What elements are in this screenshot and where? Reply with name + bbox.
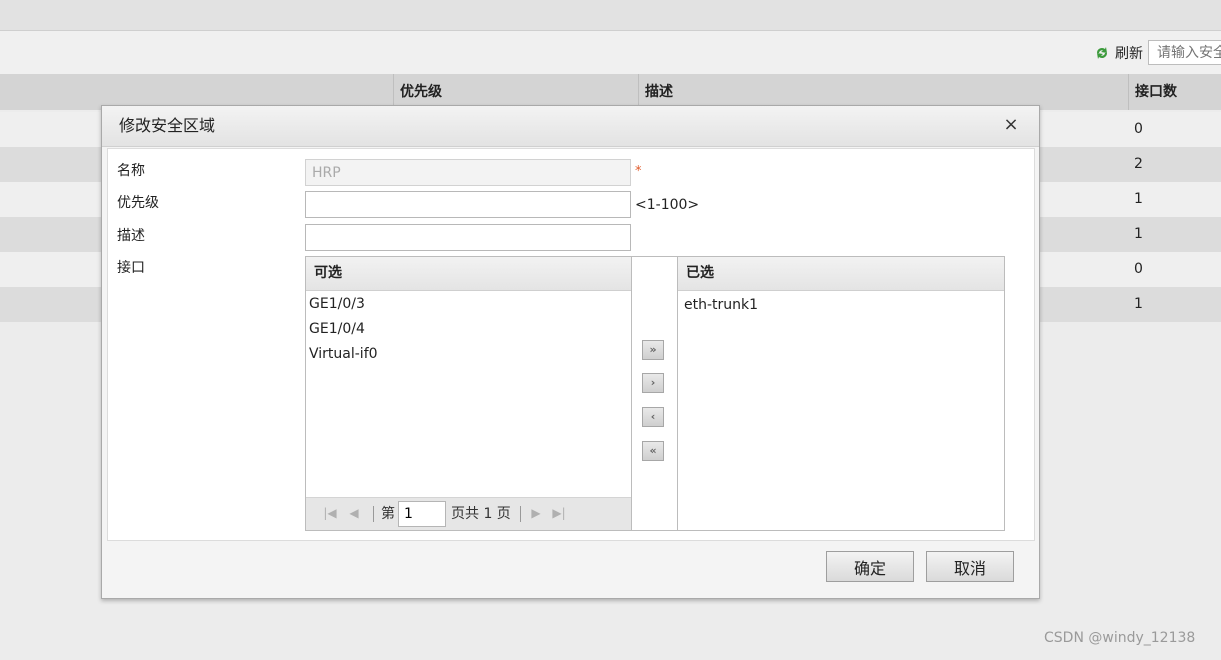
edit-security-zone-dialog: 修改安全区域 × 名称 * 优先级 <1-100> 描述 接口 可选 GE1/0… [101,105,1040,599]
list-item[interactable]: GE1/0/4 [306,317,631,342]
dialog-title: 修改安全区域 [119,116,216,135]
cancel-button[interactable]: 取消 [926,551,1014,582]
refresh-icon [1097,47,1107,59]
description-label: 描述 [117,228,145,244]
page-total: 页共 1 页 [451,506,511,522]
prev-page-icon[interactable]: ◀ [346,505,362,521]
move-buttons: » › ‹ « [631,256,677,531]
description-field[interactable] [305,224,631,251]
refresh-button[interactable]: 刷新 [1093,42,1143,64]
top-bar [0,0,1221,31]
list-item[interactable]: GE1/0/3 [306,292,631,317]
pager: |◀ ◀ 第 页共 1 页 ▶ ▶| [306,497,631,530]
pager-divider [373,506,374,522]
required-mark: * [635,164,642,179]
add-button[interactable]: › [642,373,664,393]
priority-field[interactable] [305,191,631,218]
list-item[interactable]: Virtual-if0 [306,342,631,367]
refresh-label: 刷新 [1115,46,1143,62]
interface-count-cell: 1 [1134,191,1143,207]
interface-label: 接口 [117,260,145,276]
watermark: CSDN @windy_12138 [1044,630,1196,646]
add-all-button[interactable]: » [642,340,664,360]
priority-label: 优先级 [117,195,159,211]
toolbar [0,31,1221,74]
name-field [305,159,631,186]
last-page-icon[interactable]: ▶| [551,505,567,521]
close-icon[interactable]: × [1001,115,1021,135]
available-list-header: 可选 [306,257,631,291]
interface-count-cell: 1 [1134,226,1143,242]
column-header-interface-count[interactable]: 接口数 [1128,74,1221,110]
selected-list: 已选 eth-trunk1 [677,256,1005,531]
remove-all-button[interactable]: « [642,441,664,461]
search-input[interactable] [1148,40,1221,65]
confirm-button[interactable]: 确定 [826,551,914,582]
list-item[interactable]: eth-trunk1 [681,293,1004,318]
interface-count-cell: 0 [1134,261,1143,277]
name-label: 名称 [117,163,145,179]
available-list: 可选 GE1/0/3 GE1/0/4 Virtual-if0 |◀ ◀ 第 页共… [305,256,632,531]
page-prefix: 第 [381,506,395,522]
dialog-body: 名称 * 优先级 <1-100> 描述 接口 可选 GE1/0/3 GE1/0/… [107,148,1035,541]
interface-count-cell: 1 [1134,296,1143,312]
priority-range-hint: <1-100> [635,197,700,213]
remove-button[interactable]: ‹ [642,407,664,427]
interface-count-cell: 0 [1134,121,1143,137]
next-page-icon[interactable]: ▶ [528,505,544,521]
selected-list-header: 已选 [678,257,1004,291]
first-page-icon[interactable]: |◀ [322,505,338,521]
interface-count-cell: 2 [1134,156,1143,172]
pager-divider [520,506,521,522]
dialog-header: 修改安全区域 × [102,106,1039,147]
page-number-input[interactable] [398,501,446,527]
